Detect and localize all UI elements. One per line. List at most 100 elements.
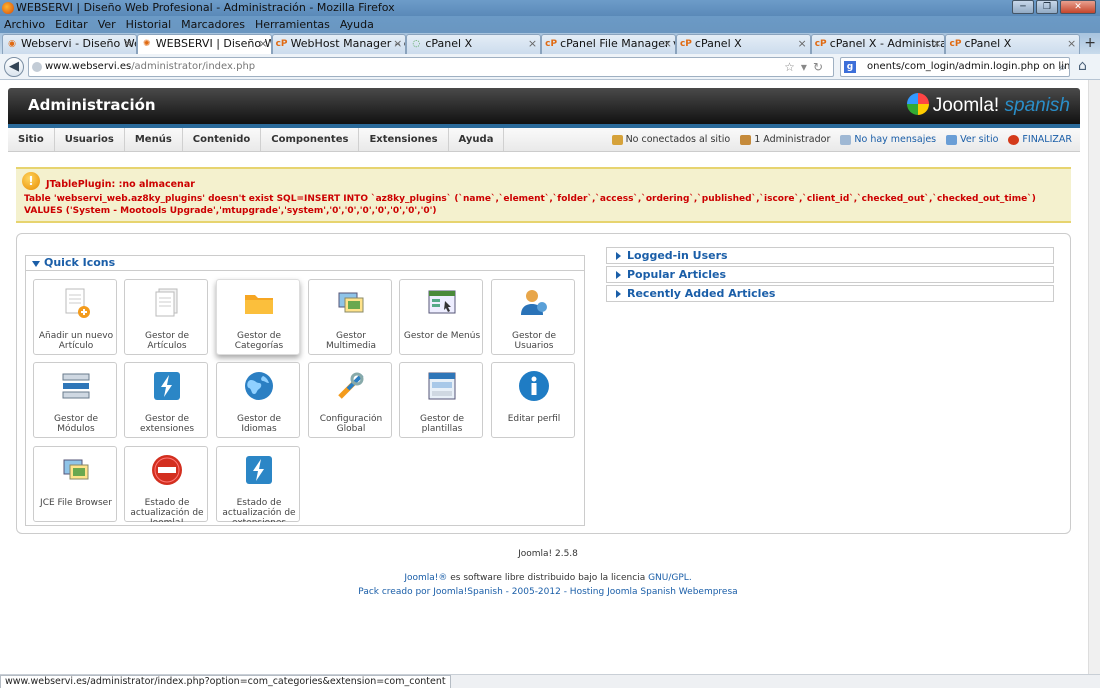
add-article-icon <box>65 288 90 318</box>
templates-icon <box>428 372 456 400</box>
site-identity-icon[interactable] <box>32 62 42 72</box>
cpanel-icon: cP <box>545 39 558 49</box>
menu-editar[interactable]: Editar <box>55 18 88 31</box>
quick-icon-add-article[interactable]: Añadir un nuevo Artículo <box>33 279 117 355</box>
languages-icon <box>245 372 273 400</box>
search-icon[interactable]: ⌕ <box>1059 58 1066 76</box>
status-url: www.webservi.es/administrator/index.php?… <box>0 675 451 688</box>
quick-icon-articles[interactable]: Gestor de Artículos <box>124 279 208 355</box>
browser-tab[interactable]: cPcPanel X - Administrad...× <box>810 34 946 54</box>
logout-link[interactable]: FINALIZAR <box>1008 128 1072 151</box>
url-bar[interactable]: www.webservi.es/administrator/index.php … <box>28 57 834 77</box>
logo-text: Joomla! <box>932 95 1000 116</box>
cpanel-icon: cP <box>679 39 692 49</box>
view-site-link[interactable]: Ver sitio <box>946 128 998 151</box>
status-messages[interactable]: No hay mensajes <box>840 128 936 151</box>
browser-status-bar: www.webservi.es/administrator/index.php?… <box>0 674 1100 688</box>
quick-icon-global-config[interactable]: Configuración Global <box>308 362 392 438</box>
quick-icon-menus[interactable]: Gestor de Menús <box>399 279 483 355</box>
quick-icon-languages[interactable]: Gestor de Idiomas <box>216 362 300 438</box>
home-icon[interactable]: ⌂ <box>1078 58 1087 74</box>
menu-sitio[interactable]: Sitio <box>8 128 55 151</box>
globe-icon: ◉ <box>8 39 16 49</box>
browser-tab[interactable]: cP cPanel File Manager v3 × <box>541 34 676 54</box>
maximize-button[interactable]: ❐ <box>1036 0 1058 14</box>
tab-close-icon[interactable]: × <box>1067 35 1076 53</box>
tab-close-icon[interactable]: × <box>393 35 402 53</box>
back-button[interactable]: ◀ <box>4 57 24 77</box>
close-window-button[interactable]: ✕ <box>1060 0 1096 14</box>
quick-icon-joomla-update[interactable]: Estado de actualización de Joomla! <box>124 446 208 522</box>
joomla-update-icon <box>152 455 182 485</box>
logout-icon <box>1008 134 1020 145</box>
new-tab-button[interactable]: + <box>1080 33 1100 54</box>
accordion-recently-added[interactable]: Recently Added Articles <box>606 285 1054 302</box>
menu-contenido[interactable]: Contenido <box>183 128 262 151</box>
joomla-logo-icon <box>906 93 929 115</box>
quick-icon-media[interactable]: Gestor Multimedia <box>308 279 392 355</box>
window-title-bar: WEBSERVI | Diseño Web Profesional - Admi… <box>0 0 1100 16</box>
accordion-logged-in-users[interactable]: Logged-in Users <box>606 247 1054 264</box>
accordion-label: Recently Added Articles <box>627 287 776 300</box>
tab-close-icon[interactable]: × <box>124 35 133 53</box>
page-scrollbar[interactable] <box>1088 80 1100 674</box>
config-icon <box>338 372 364 399</box>
menu-menus[interactable]: Menús <box>125 128 183 151</box>
menu-ayuda-admin[interactable]: Ayuda <box>449 128 505 151</box>
menu-extensiones[interactable]: Extensiones <box>359 128 449 151</box>
quick-icon-edit-profile[interactable]: Editar perfil <box>491 362 575 438</box>
warning-icon: ! <box>22 172 40 190</box>
browser-tab[interactable]: cP cPanel X × <box>945 34 1081 54</box>
quick-icons-header[interactable]: Quick Icons <box>26 256 584 271</box>
browser-tab[interactable]: ◌ cPanel X × <box>406 34 542 54</box>
tab-close-icon[interactable]: × <box>528 35 537 53</box>
quick-icon-modules[interactable]: Gestor de Módulos <box>33 362 117 438</box>
menu-componentes[interactable]: Componentes <box>261 128 360 151</box>
accordion-popular-articles[interactable]: Popular Articles <box>606 266 1054 283</box>
menu-usuarios[interactable]: Usuarios <box>55 128 125 151</box>
menus-icon <box>428 290 456 314</box>
status-not-connected: No conectados al sitio <box>611 128 730 151</box>
browser-tab[interactable]: ◉ Webservi - Diseño Web...× <box>2 34 137 54</box>
extensions-update-icon <box>246 456 272 484</box>
tab-close-icon[interactable]: × <box>663 35 672 53</box>
url-bar-actions-icon[interactable]: ☆▾↻ <box>784 58 829 76</box>
gpl-link[interactable]: GNU/GPL. <box>648 573 692 583</box>
tab-close-icon[interactable]: × <box>797 35 806 53</box>
monitor-icon <box>946 134 958 145</box>
menu-historial[interactable]: Historial <box>126 18 171 31</box>
menu-archivo[interactable]: Archivo <box>4 18 45 31</box>
tab-label: cPanel File Manager v3 <box>560 37 676 50</box>
menu-ayuda[interactable]: Ayuda <box>340 18 374 31</box>
browser-tab[interactable]: cPWebHost Manager – cp...× <box>271 34 407 54</box>
tab-close-icon[interactable]: × <box>258 35 267 53</box>
tab-close-icon[interactable]: × <box>932 35 941 53</box>
admin-status: No conectados al sitio 1 Administrador N… <box>611 128 1072 151</box>
extensions-icon <box>154 372 180 400</box>
messages-icon <box>840 134 852 145</box>
google-icon[interactable]: g <box>844 61 856 73</box>
cpanel-icon: cP <box>275 39 288 49</box>
quick-icon-users[interactable]: Gestor de Usuarios <box>491 279 575 355</box>
menu-ver[interactable]: Ver <box>98 18 116 31</box>
search-input[interactable]: g onents/com_login/admin.login.php on li… <box>840 57 1070 77</box>
license-text: Joomla!® es software libre distribuido b… <box>0 573 1096 583</box>
pack-credit-link[interactable]: Pack creado por Joomla!Spanish - 2005-20… <box>0 587 1096 597</box>
menu-herramientas[interactable]: Herramientas <box>255 18 330 31</box>
quick-icon-extensions[interactable]: Gestor de extensiones <box>124 362 208 438</box>
minimize-button[interactable]: ─ <box>1012 0 1034 14</box>
expand-arrow-icon <box>616 290 621 298</box>
quick-icon-label: Gestor Multimedia <box>325 331 377 351</box>
navigation-bar: ◀ www.webservi.es/administrator/index.ph… <box>0 54 1100 80</box>
quick-icon-templates[interactable]: Gestor de plantillas <box>399 362 483 438</box>
folder-icon <box>245 295 273 314</box>
quick-icon-extensions-update[interactable]: Estado de actualización de extensiones <box>216 446 300 522</box>
menu-marcadores[interactable]: Marcadores <box>181 18 245 31</box>
accordion-label: Logged-in Users <box>627 249 728 262</box>
browser-tab[interactable]: cP cPanel X × <box>675 34 811 54</box>
url-path: /administrator/index.php <box>131 61 256 72</box>
browser-tab-active[interactable]: ✺ WEBSERVI | Diseño We...× <box>136 34 272 54</box>
quick-icon-jce-file-browser[interactable]: JCE File Browser <box>33 446 117 522</box>
joomla-link[interactable]: Joomla!® <box>404 573 447 583</box>
quick-icon-categories[interactable]: Gestor de Categorías <box>216 279 300 355</box>
